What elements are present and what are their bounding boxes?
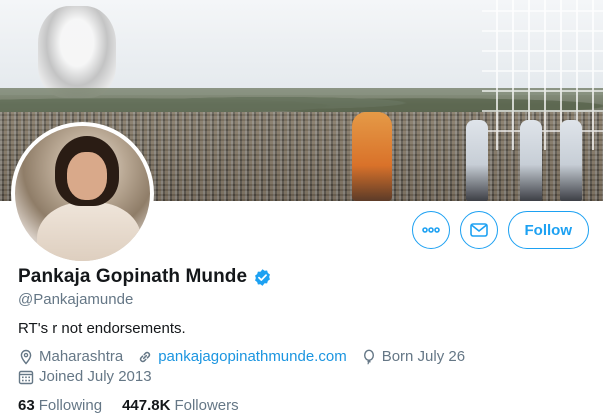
banner-stage-truss <box>482 0 603 150</box>
profile-meta-row-1: Maharashtra pankajagopinathmunde.com Bor… <box>18 348 465 365</box>
avatar-dress <box>37 202 141 261</box>
following-stat[interactable]: 63 Following <box>18 397 102 414</box>
balloon-icon <box>363 349 374 364</box>
banner-person <box>560 120 582 201</box>
birthday-text: Born July 26 <box>381 348 466 365</box>
profile-avatar[interactable] <box>11 122 154 265</box>
profile-name: Pankaja Gopinath Munde <box>18 266 248 287</box>
following-label: Following <box>38 397 103 414</box>
banner-portrait-sketch <box>38 6 116 98</box>
follow-button[interactable]: Follow <box>507 211 589 249</box>
following-count: 63 <box>18 397 35 414</box>
more-button[interactable] <box>411 211 450 249</box>
profile-meta-row-2: Joined July 2013 <box>18 368 152 385</box>
profile-stats: 63 Following 447.8K Followers <box>18 397 239 414</box>
profile-name-row: Pankaja Gopinath Munde <box>18 266 272 288</box>
link-icon <box>140 351 151 362</box>
website-link[interactable]: pankajagopinathmunde.com <box>158 348 346 365</box>
calendar-icon <box>18 370 34 384</box>
profile-bio: RT's r not endorsements. <box>18 320 186 337</box>
website-item: pankajagopinathmunde.com <box>137 348 347 365</box>
location-pin-icon <box>20 349 32 365</box>
followers-stat[interactable]: 447.8K Followers <box>122 397 239 414</box>
envelope-icon <box>469 223 488 237</box>
banner-person <box>466 120 488 201</box>
location-text: Maharashtra <box>39 348 124 365</box>
location-item: Maharashtra <box>18 348 123 365</box>
profile-handle: @Pankajamunde <box>18 291 134 308</box>
verified-badge-icon <box>255 268 271 286</box>
more-dots-icon <box>421 227 440 233</box>
joined-text: Joined July 2013 <box>39 368 152 385</box>
banner-speaker-figure <box>352 112 392 201</box>
message-button[interactable] <box>459 211 498 249</box>
followers-label: Followers <box>174 397 239 414</box>
banner-person <box>520 120 542 201</box>
profile-actions: Follow <box>411 211 589 249</box>
followers-count: 447.8K <box>122 397 171 414</box>
avatar-face <box>67 152 107 200</box>
birthday-item: Born July 26 <box>361 348 465 365</box>
joined-item: Joined July 2013 <box>18 368 152 385</box>
